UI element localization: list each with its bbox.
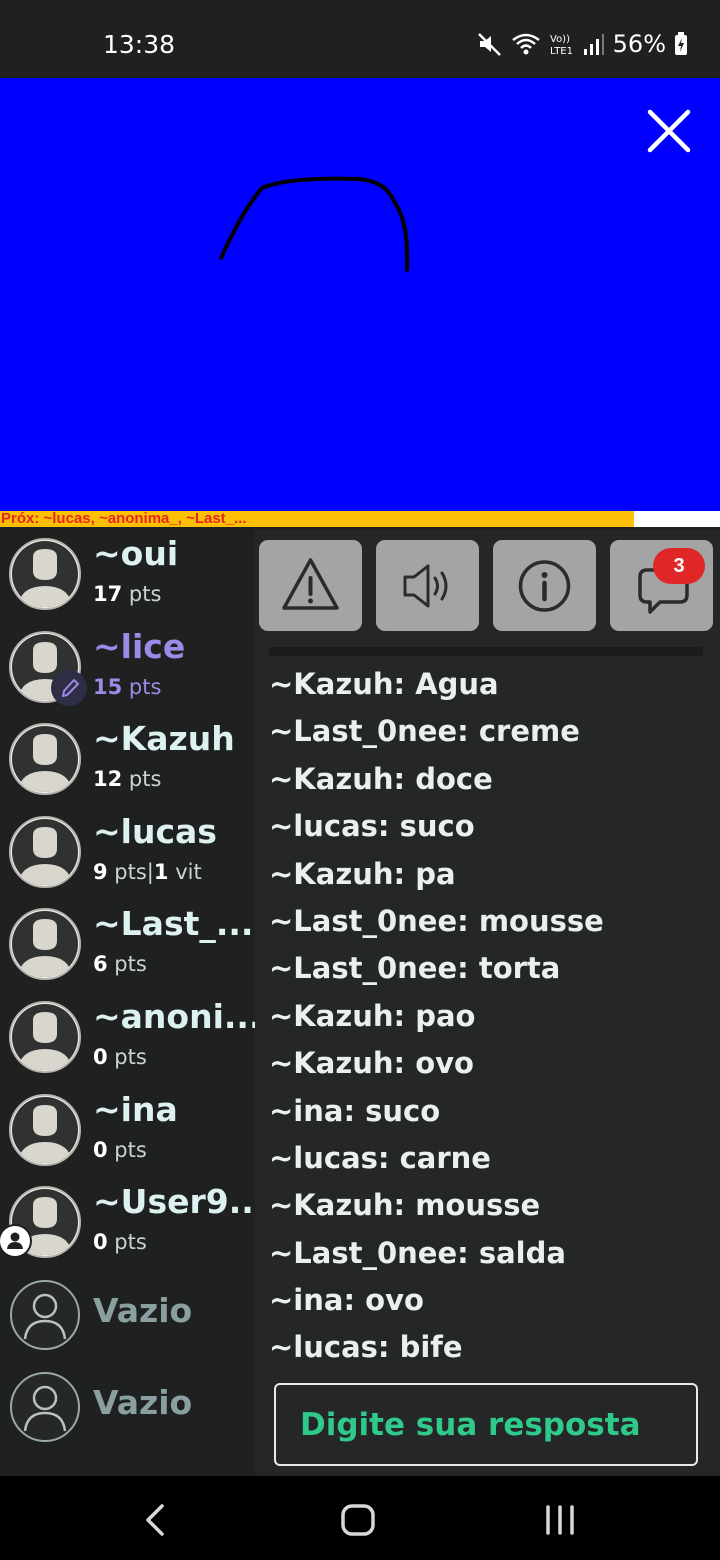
svg-text:LTE1: LTE1 — [550, 46, 573, 57]
chat-message: ~Last_0nee: mousse — [269, 903, 604, 938]
player-row[interactable]: ~ina 0 pts — [0, 1086, 253, 1178]
chat-message: ~Last_0nee: salda — [269, 1235, 566, 1270]
right-pane: 3 ~Kazuh: Agua ~Last_0nee: creme ~Kazuh: d… — [255, 530, 720, 1475]
player-score: 0 pts — [93, 1137, 147, 1162]
player-row[interactable]: ~User9... 0 pts — [0, 1178, 266, 1270]
chat-button[interactable]: 3 — [610, 540, 713, 631]
chat-log[interactable]: ~Kazuh: Agua ~Last_0nee: creme ~Kazuh: doc… — [269, 661, 709, 1372]
player-row[interactable]: ~Last_... 6 pts — [0, 900, 253, 992]
avatar-icon — [9, 538, 81, 610]
player-name: ~User9... — [93, 1182, 267, 1222]
recents-icon[interactable] — [538, 1498, 582, 1542]
wifi-icon — [511, 33, 540, 55]
player-name: ~anoni... — [93, 997, 262, 1036]
answer-input[interactable] — [276, 1385, 696, 1464]
navigation-bar — [0, 1476, 720, 1560]
svg-text:Vo)): Vo)) — [550, 34, 570, 45]
empty-avatar-icon — [10, 1372, 80, 1443]
chat-message: ~Last_0nee: torta — [269, 951, 561, 986]
empty-avatar-icon — [10, 1279, 80, 1350]
chat-message: ~Last_0nee: creme — [269, 714, 580, 749]
player-score: 12 pts — [93, 767, 162, 792]
next-turn-text: Próx: ~lucas, ~anonima_, ~Last_... — [1, 510, 247, 527]
player-list: ~oui 17 pts ~lice 15 pts ~Kazuh 12 pts ~lucas 9… — [0, 530, 266, 1475]
chat-divider — [269, 647, 703, 656]
status-icons: Vo)) LTE1 56% — [477, 30, 688, 58]
empty-slot[interactable]: Vazio — [0, 1363, 253, 1455]
player-row[interactable]: ~anoni... 0 pts — [0, 993, 262, 1085]
signal-icon — [583, 34, 604, 55]
volte-icon: Vo)) LTE1 — [550, 34, 573, 57]
player-score: 9 pts|1 vit — [93, 859, 202, 884]
chat-message: ~lucas: bife — [269, 1330, 463, 1365]
chat-badge: 3 — [653, 548, 705, 584]
drawing-stroke — [219, 176, 410, 272]
next-turn-bar: Próx: ~lucas, ~anonima_, ~Last_... — [0, 510, 720, 527]
chat-message: ~Kazuh: doce — [269, 761, 493, 796]
player-name: ~oui — [93, 534, 179, 573]
player-name: Vazio — [93, 1383, 193, 1423]
player-row[interactable]: ~Kazuh 12 pts — [0, 715, 253, 807]
avatar-icon — [9, 723, 81, 796]
player-row[interactable]: ~oui 17 pts — [0, 530, 253, 622]
empty-slot[interactable]: Vazio — [0, 1271, 253, 1363]
back-icon[interactable] — [134, 1498, 178, 1542]
chat-message: ~lucas: carne — [269, 1140, 491, 1175]
info-icon — [518, 560, 571, 612]
chat-message: ~ina: ovo — [269, 1283, 424, 1318]
drawing-canvas[interactable] — [0, 78, 720, 512]
player-score: 17 pts — [93, 582, 162, 606]
home-icon[interactable] — [336, 1498, 380, 1542]
player-name: ~ina — [93, 1089, 178, 1129]
player-name: ~Last_... — [93, 904, 254, 944]
answer-box[interactable] — [274, 1383, 698, 1466]
you-icon — [0, 1224, 32, 1259]
player-row[interactable]: ~lucas 9 pts|1 vit — [0, 808, 253, 900]
player-row[interactable]: ~lice 15 pts — [0, 623, 253, 715]
battery-percent: 56% — [612, 30, 666, 58]
status-bar: 13:38 Vo)) LTE1 56% — [0, 0, 720, 78]
report-button[interactable] — [259, 540, 362, 631]
battery-icon — [675, 32, 687, 55]
chat-message: ~Kazuh: pa — [269, 856, 456, 891]
warning-icon — [282, 558, 339, 610]
avatar-icon — [9, 1093, 81, 1166]
player-name: ~Kazuh — [93, 719, 235, 759]
player-name: ~lice — [93, 626, 186, 666]
player-name: Vazio — [93, 1290, 193, 1330]
avatar-icon — [9, 1001, 81, 1073]
chat-message: ~lucas: suco — [269, 809, 475, 844]
speaker-icon — [403, 564, 448, 608]
player-score: 6 pts — [93, 952, 147, 977]
mute-icon — [477, 33, 501, 56]
player-score: 15 pts — [93, 674, 162, 699]
player-score: 0 pts — [93, 1045, 147, 1069]
close-icon[interactable] — [646, 108, 692, 154]
chat-message: ~Kazuh: Agua — [269, 667, 499, 701]
avatar-icon — [9, 815, 81, 888]
chat-message: ~Kazuh: ovo — [269, 1046, 474, 1081]
sound-button[interactable] — [376, 540, 479, 631]
player-name: ~lucas — [93, 811, 217, 851]
chat-message: ~ina: suco — [269, 1093, 441, 1128]
info-button[interactable] — [493, 540, 596, 631]
chat-message: ~Kazuh: pao — [269, 998, 476, 1033]
status-time: 13:38 — [103, 30, 176, 59]
avatar-icon — [9, 908, 81, 981]
chat-message: ~Kazuh: mousse — [269, 1188, 541, 1223]
pencil-icon — [51, 669, 87, 706]
player-score: 0 pts — [93, 1230, 147, 1255]
